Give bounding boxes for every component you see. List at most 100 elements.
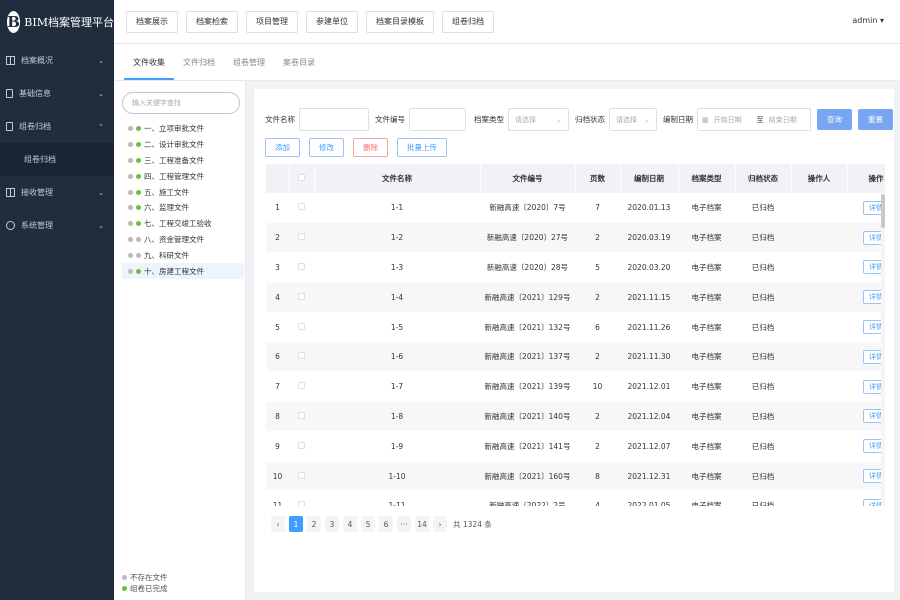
date-range-picker[interactable]: ▦ 开始日期 至 结束日期	[697, 108, 811, 131]
batch-upload-button[interactable]: 批量上传	[397, 138, 447, 157]
tab-volume-catalog[interactable]: 案卷目录	[274, 57, 324, 80]
row-checkbox[interactable]	[298, 501, 305, 506]
row-checkbox[interactable]	[298, 203, 305, 211]
row-checkbox-cell[interactable]	[289, 461, 314, 492]
query-button[interactable]: 查询	[817, 109, 852, 130]
tree-node[interactable]: 八、资金管理文件	[122, 232, 244, 248]
row-checkbox-cell[interactable]	[289, 371, 314, 403]
chevron-down-icon: ⌄	[644, 115, 650, 124]
row-checkbox[interactable]	[298, 262, 305, 270]
archive-type-select[interactable]: 请选择 ⌄	[508, 108, 569, 131]
table-row[interactable]: 11 1-11 新融高速〔2022〕2号 4 2022.01.05 电子档案 已归档 详情	[266, 490, 885, 506]
nav-catalog-template-button[interactable]: 档案目录模板	[366, 10, 434, 33]
tab-file-archive[interactable]: 文件归档	[174, 57, 224, 80]
table-row[interactable]: 8 1-8 新融高速〔2021〕140号 2 2021.12.04 电子档案 已归档 详情	[266, 401, 885, 432]
sidebar-item-filing[interactable]: 组卷归档 ⌃	[0, 110, 114, 143]
row-checkbox-cell[interactable]	[289, 282, 314, 313]
tree-node[interactable]: 七、工程交竣工验收	[122, 216, 244, 232]
table-scrollbar-thumb[interactable]	[881, 194, 885, 228]
tree-node[interactable]: 三、工程准备文件	[122, 153, 244, 169]
tab-file-collection[interactable]: 文件收集	[124, 57, 174, 80]
row-checkbox[interactable]	[298, 292, 305, 300]
row-checkbox[interactable]	[298, 233, 305, 241]
reset-button[interactable]: 重置	[858, 109, 893, 130]
col-pages: 页数	[575, 164, 621, 193]
table-scrollbar-track[interactable]	[881, 194, 885, 506]
nav-archive-display-button[interactable]: 档案展示	[126, 10, 178, 33]
row-checkbox-cell[interactable]	[289, 222, 314, 254]
sidebar-item-archive-overview[interactable]: 档案概况 ⌄	[0, 44, 114, 77]
row-checkbox[interactable]	[298, 352, 305, 360]
cell-archive-status: 已归档	[735, 193, 791, 224]
row-checkbox-cell[interactable]	[289, 252, 314, 283]
cell-operator	[791, 341, 847, 373]
nav-participating-units-button[interactable]: 参建单位	[306, 10, 358, 33]
table-row[interactable]: 4 1-4 新融高速〔2021〕129号 2 2021.11.15 电子档案 已归档 详情	[266, 282, 885, 313]
row-checkbox-cell[interactable]	[289, 431, 314, 462]
row-checkbox-cell[interactable]	[289, 341, 314, 373]
tree-node[interactable]: 六、监理文件	[122, 200, 244, 216]
tree-node[interactable]: 四、工程管理文件	[122, 168, 244, 184]
add-button[interactable]: 添加	[265, 138, 300, 157]
tree-node[interactable]: 十、房建工程文件	[122, 263, 244, 279]
page-button[interactable]: 1	[289, 516, 303, 532]
delete-button[interactable]: 删除	[353, 138, 388, 157]
page-button[interactable]: 14	[415, 516, 429, 532]
table-row[interactable]: 9 1-9 新融高速〔2021〕141号 2 2021.12.07 电子档案 已归档 详情	[266, 431, 885, 462]
gray-dot-icon	[122, 575, 127, 580]
col-select-all[interactable]	[289, 164, 315, 193]
row-checkbox[interactable]	[298, 441, 305, 449]
nav-filing-button[interactable]: 组卷归档	[442, 10, 494, 33]
page-button[interactable]: 3	[325, 516, 339, 532]
table-row[interactable]: 10 1-10 新融高速〔2021〕160号 8 2021.12.31 电子档案 已归档 详情	[266, 461, 885, 492]
page-button[interactable]: 6	[379, 516, 393, 532]
row-checkbox[interactable]	[298, 471, 305, 479]
page-button[interactable]: ···	[397, 516, 411, 532]
edit-button[interactable]: 修改	[309, 138, 344, 157]
row-checkbox[interactable]	[298, 382, 305, 390]
sidebar-item-receive[interactable]: 接收管理 ⌄	[0, 176, 114, 209]
cell-archive-type: 电子档案	[678, 490, 735, 506]
select-all-checkbox[interactable]	[298, 174, 305, 181]
status-dot-icon	[136, 221, 141, 227]
cell-file-no: 新融高速〔2020〕7号	[480, 193, 575, 224]
tab-volume-management[interactable]: 组卷管理	[224, 57, 274, 80]
sidebar-subitem-filing[interactable]: 组卷归档	[0, 143, 114, 176]
table-row[interactable]: 1 1-1 新融高速〔2020〕7号 7 2020.01.13 电子档案 已归档 详情	[266, 193, 885, 224]
cell-date: 2021.11.30	[620, 341, 678, 373]
table-row[interactable]: 2 1-2 新融高速〔2020〕27号 2 2020.03.19 电子档案 已归档 详情	[266, 222, 885, 254]
status-dot-icon	[136, 205, 141, 211]
col-file-no: 文件编号	[480, 164, 576, 193]
file-no-input[interactable]	[409, 108, 466, 131]
row-checkbox-cell[interactable]	[289, 193, 314, 224]
nav-project-management-button[interactable]: 项目管理	[246, 10, 298, 33]
file-name-input[interactable]	[299, 108, 369, 131]
cell-archive-status: 已归档	[735, 312, 791, 343]
tree-node[interactable]: 九、科研文件	[122, 247, 244, 263]
nav-archive-search-button[interactable]: 档案检索	[186, 10, 238, 33]
table-row[interactable]: 7 1-7 新融高速〔2021〕139号 10 2021.12.01 电子档案 已归档 详情	[266, 371, 885, 403]
tree-legend: 不存在文件 组卷已完成	[122, 572, 168, 594]
row-checkbox-cell[interactable]	[289, 401, 314, 432]
sidebar-item-system[interactable]: 系统管理 ⌄	[0, 209, 114, 242]
table-row[interactable]: 3 1-3 新融高速〔2020〕28号 5 2020.03.20 电子档案 已归档 详情	[266, 252, 885, 283]
page-button[interactable]: 5	[361, 516, 375, 532]
cell-archive-type: 电子档案	[678, 401, 735, 432]
page-button[interactable]: 2	[307, 516, 321, 532]
next-page-button[interactable]: ›	[433, 516, 447, 532]
page-button[interactable]: 4	[343, 516, 357, 532]
table-row[interactable]: 5 1-5 新融高速〔2021〕132号 6 2021.11.26 电子档案 已归档 详情	[266, 312, 885, 343]
tree-node[interactable]: 五、施工文件	[122, 184, 244, 200]
sidebar-item-basic-info[interactable]: 基础信息 ⌄	[0, 77, 114, 110]
tree-node[interactable]: 二、设计审批文件	[122, 137, 244, 153]
tree-search-input[interactable]	[122, 92, 240, 114]
table-row[interactable]: 6 1-6 新融高速〔2021〕137号 2 2021.11.30 电子档案 已归档 详情	[266, 341, 885, 373]
row-checkbox-cell[interactable]	[289, 312, 314, 343]
user-menu[interactable]: admin ▾	[852, 16, 884, 25]
row-checkbox[interactable]	[298, 322, 305, 330]
archive-status-select[interactable]: 请选择 ⌄	[609, 108, 657, 131]
tree-node[interactable]: 一、立项审批文件	[122, 121, 244, 137]
row-checkbox-cell[interactable]	[289, 490, 314, 506]
row-checkbox[interactable]	[298, 411, 305, 419]
prev-page-button[interactable]: ‹	[271, 516, 285, 532]
